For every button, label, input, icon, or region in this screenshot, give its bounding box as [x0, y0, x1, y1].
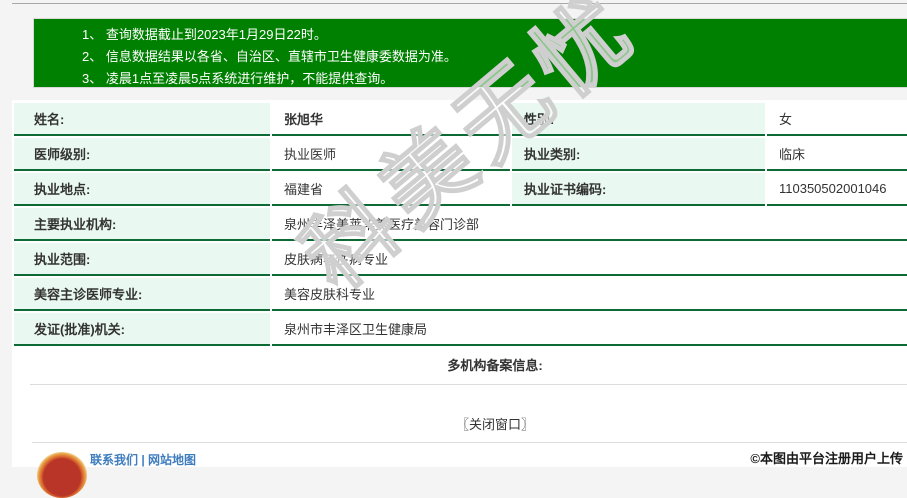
table-row: 执业地点: 福建省 执业证书编码: 110350502001046	[14, 173, 907, 206]
divider	[30, 384, 907, 385]
field-value-doctor-level: 执业医师	[272, 138, 510, 171]
field-value-main-institution: 泉州丰泽美莱华美医疗美容门诊部	[272, 208, 907, 241]
field-value-practice-category: 临床	[767, 138, 907, 171]
field-label-gender: 性别:	[512, 103, 765, 136]
table-row: 主要执业机构: 泉州丰泽美莱华美医疗美容门诊部	[14, 208, 907, 241]
footer-links[interactable]: 联系我们 | 网站地图	[90, 451, 196, 468]
practitioner-info-table: 姓名: 张旭华 性别: 女 医师级别: 执业医师 执业类别: 临床 执业地点: …	[12, 101, 907, 348]
field-value-practice-scope: 皮肤病与性病专业	[272, 243, 907, 276]
upload-attribution: ©本图由平台注册用户上传	[750, 448, 903, 467]
notice-line-2: 2、 信息数据结果以各省、自治区、直辖市卫生健康委数据为准。	[82, 46, 907, 68]
content-panel: 姓名: 张旭华 性别: 女 医师级别: 执业医师 执业类别: 临床 执业地点: …	[12, 100, 907, 467]
notice-line-3: 3、 凌晨1点至凌晨5点系统进行维护，不能提供查询。	[82, 68, 907, 90]
field-value-gender: 女	[767, 103, 907, 136]
field-label-practice-scope: 执业范围:	[14, 243, 270, 276]
field-value-practice-location: 福建省	[272, 173, 510, 206]
field-value-cosmetic-specialty: 美容皮肤科专业	[272, 278, 907, 311]
notice-line-1: 1、 查询数据截止到2023年1月29日22时。	[82, 24, 907, 46]
table-row: 执业范围: 皮肤病与性病专业	[14, 243, 907, 276]
field-value-name: 张旭华	[272, 103, 510, 136]
field-label-cosmetic-specialty: 美容主诊医师专业:	[14, 278, 270, 311]
table-row: 美容主诊医师专业: 美容皮肤科专业	[14, 278, 907, 311]
field-label-doctor-level: 医师级别:	[14, 138, 270, 171]
table-row: 医师级别: 执业医师 执业类别: 临床	[14, 138, 907, 171]
table-row: 姓名: 张旭华 性别: 女	[14, 103, 907, 136]
table-row: 发证(批准)机关: 泉州市丰泽区卫生健康局	[14, 313, 907, 346]
field-value-certificate-number: 110350502001046	[767, 173, 907, 206]
field-label-issuing-authority: 发证(批准)机关:	[14, 313, 270, 346]
site-logo	[37, 452, 87, 498]
field-label-practice-category: 执业类别:	[512, 138, 765, 171]
field-label-practice-location: 执业地点:	[14, 173, 270, 206]
divider	[32, 442, 907, 443]
field-label-certificate-number: 执业证书编码:	[512, 173, 765, 206]
field-value-issuing-authority: 泉州市丰泽区卫生健康局	[272, 313, 907, 346]
close-window-row: 〖关闭窗口〗	[12, 414, 907, 434]
field-label-main-institution: 主要执业机构:	[14, 208, 270, 241]
close-window-link[interactable]: 〖关闭窗口〗	[456, 417, 534, 432]
field-label-name: 姓名:	[14, 103, 270, 136]
multi-org-section-title: 多机构备案信息:	[12, 355, 907, 374]
notice-box: 1、 查询数据截止到2023年1月29日22时。 2、 信息数据结果以各省、自治…	[33, 18, 907, 88]
top-divider	[12, 3, 907, 4]
